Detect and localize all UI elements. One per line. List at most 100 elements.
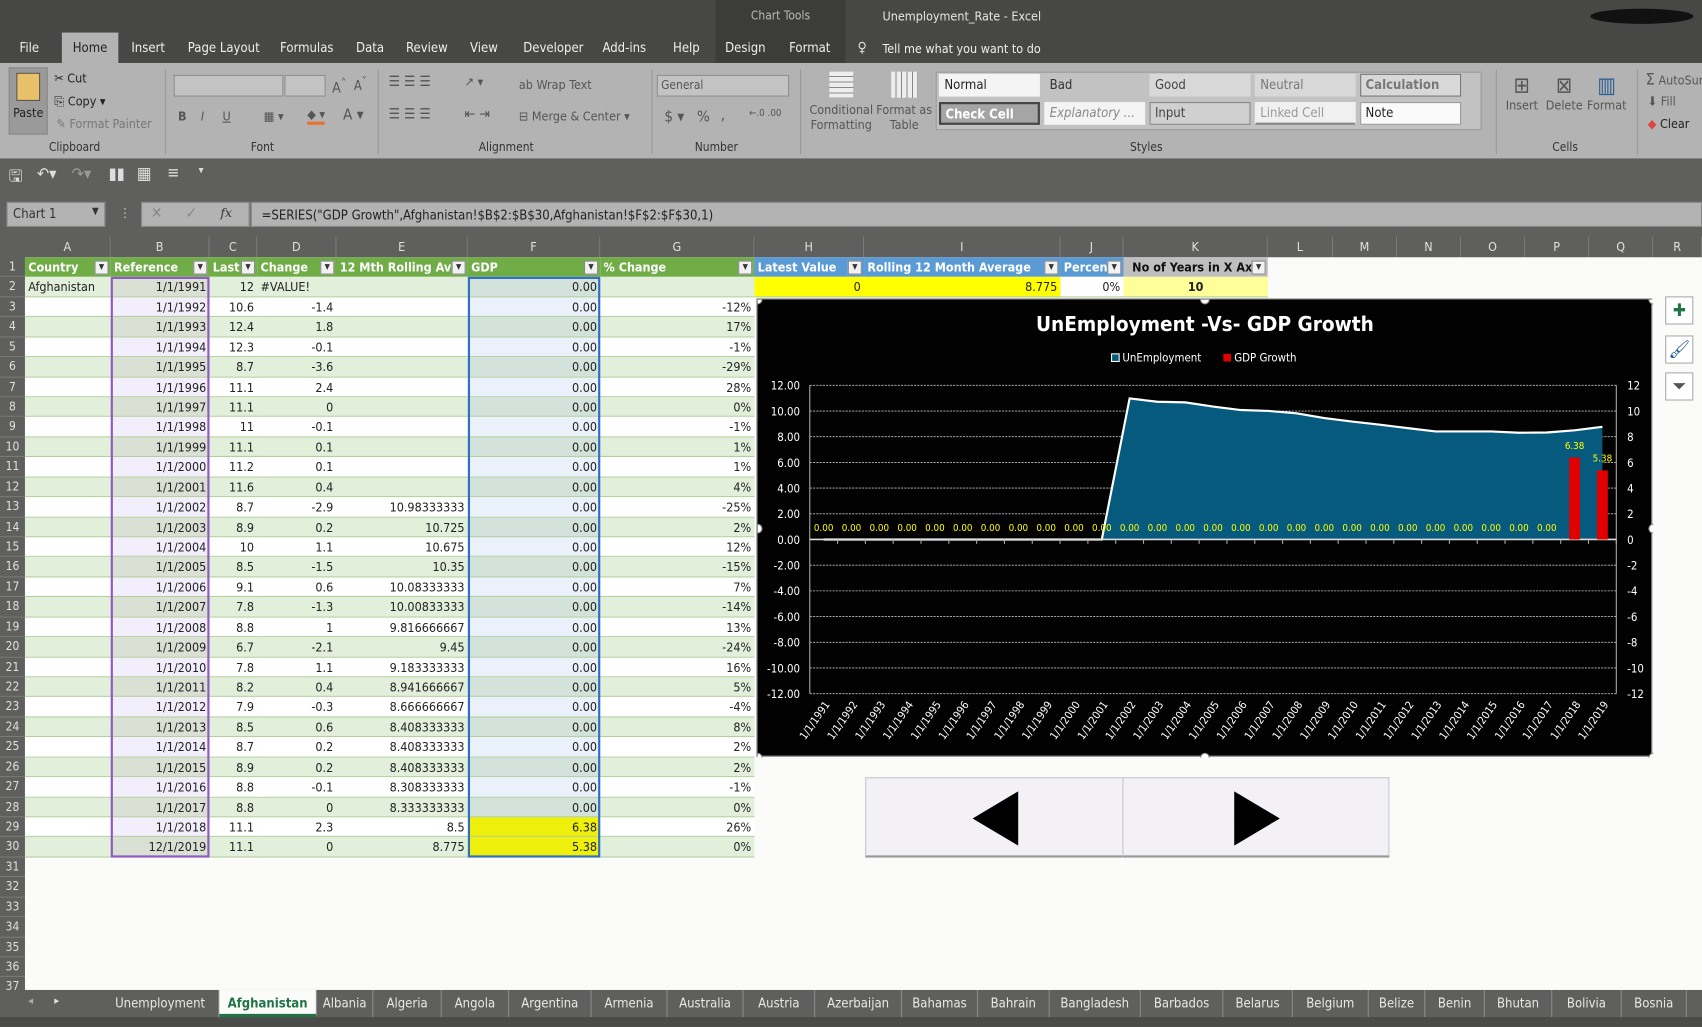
sheet-tab-azerbaijan[interactable]: Azerbaijan bbox=[815, 989, 903, 1018]
previous-button[interactable] bbox=[865, 777, 1124, 858]
cell-pct-change[interactable]: 26% bbox=[600, 817, 755, 838]
sheet-tab-barbados[interactable]: Barbados bbox=[1141, 989, 1224, 1018]
cell-country[interactable] bbox=[24, 677, 111, 698]
font-color-icon[interactable]: A ▾ bbox=[343, 106, 364, 123]
cell-change[interactable]: 0 bbox=[257, 837, 337, 858]
cell-rolling-avg[interactable] bbox=[336, 357, 468, 378]
cell-rolling-avg[interactable]: 8.333333333 bbox=[336, 797, 468, 818]
cell-change[interactable]: 0.6 bbox=[257, 717, 337, 738]
cell-rolling-avg[interactable]: 10.08333333 bbox=[336, 577, 468, 598]
cell-rolling-avg[interactable]: 9.45 bbox=[336, 637, 468, 658]
cell-change[interactable]: -1.4 bbox=[257, 297, 337, 318]
row-header[interactable]: 36 bbox=[0, 957, 25, 978]
align-left-center-right-icons[interactable]: ☰ ☰ ☰ bbox=[389, 106, 431, 122]
delete-cells-button[interactable]: ⊠ Delete bbox=[1546, 72, 1583, 113]
row-header[interactable]: 1 bbox=[0, 257, 25, 278]
scroll-right-icon[interactable]: ▸ bbox=[54, 995, 59, 1007]
sheet-tab-bahamas[interactable]: Bahamas bbox=[902, 989, 979, 1018]
row-header[interactable]: 27 bbox=[0, 777, 25, 798]
cell-pct-change[interactable]: -1% bbox=[600, 337, 755, 358]
cell-pct-change[interactable]: 1% bbox=[600, 457, 755, 478]
cell-country[interactable] bbox=[24, 537, 111, 558]
cell-rolling-avg[interactable] bbox=[336, 397, 468, 418]
column-header-M[interactable]: M bbox=[1332, 236, 1398, 258]
cell-last[interactable]: 8.8 bbox=[209, 617, 258, 638]
cell-last[interactable]: 8.7 bbox=[209, 737, 258, 758]
cell-last[interactable]: 6.7 bbox=[209, 637, 258, 658]
font-size-select[interactable] bbox=[284, 74, 326, 97]
cell-change[interactable]: -3.6 bbox=[257, 357, 337, 378]
cell-last[interactable]: 7.8 bbox=[209, 657, 258, 678]
row-header[interactable]: 20 bbox=[0, 637, 25, 658]
style-check-cell[interactable]: Check Cell bbox=[938, 102, 1040, 125]
row-header[interactable]: 9 bbox=[0, 417, 25, 438]
ribbon-tab-formulas[interactable]: Formulas bbox=[271, 33, 342, 63]
cell-pct-change[interactable]: 4% bbox=[600, 477, 755, 498]
cell-country[interactable] bbox=[24, 457, 111, 478]
cell-pct-change[interactable]: -4% bbox=[600, 697, 755, 718]
column-header-G[interactable]: G bbox=[600, 236, 755, 258]
row-header[interactable]: 10 bbox=[0, 437, 25, 458]
row-header[interactable]: 26 bbox=[0, 757, 25, 778]
cell-last[interactable]: 8.5 bbox=[209, 717, 258, 738]
cell-rolling-avg[interactable]: 8.941666667 bbox=[336, 677, 468, 698]
format-painter-button[interactable]: ✎ Format Painter bbox=[56, 116, 151, 131]
style-linked-cell[interactable]: Linked Cell bbox=[1254, 102, 1356, 125]
cell-last[interactable]: 11.1 bbox=[209, 837, 258, 858]
sheet-tab-armenia[interactable]: Armenia bbox=[592, 989, 668, 1018]
ribbon-tab-insert[interactable]: Insert bbox=[123, 33, 174, 63]
cell-pct-change[interactable]: 17% bbox=[600, 317, 755, 338]
cut-button[interactable]: ✂ Cut bbox=[54, 71, 86, 86]
cell-country[interactable] bbox=[24, 697, 111, 718]
cell-country[interactable] bbox=[24, 597, 111, 618]
cell-last[interactable]: 8.5 bbox=[209, 557, 258, 578]
wrap-text-button[interactable]: ab Wrap Text bbox=[519, 77, 592, 92]
row-header[interactable]: 8 bbox=[0, 397, 25, 418]
cell-country[interactable] bbox=[24, 377, 111, 398]
row-header[interactable]: 4 bbox=[0, 317, 25, 338]
style-note[interactable]: Note bbox=[1360, 102, 1462, 125]
column-header-R[interactable]: R bbox=[1653, 236, 1702, 258]
cell-last[interactable]: 11.6 bbox=[209, 477, 258, 498]
cell-pct-change[interactable]: 2% bbox=[600, 757, 755, 778]
cell-change[interactable]: 0.1 bbox=[257, 457, 337, 478]
sheet-tab-austria[interactable]: Austria bbox=[744, 989, 816, 1018]
grid-icon[interactable]: ▦ bbox=[137, 163, 152, 184]
cell-country[interactable] bbox=[24, 657, 111, 678]
cell-change[interactable]: -1.3 bbox=[257, 597, 337, 618]
sheet-tab-belize[interactable]: Belize bbox=[1369, 989, 1426, 1018]
font-name-select[interactable] bbox=[173, 74, 284, 97]
format-as-table-button[interactable]: Format as Table bbox=[876, 71, 932, 132]
row-header[interactable]: 2 bbox=[0, 277, 25, 298]
ribbon-tab-add-ins[interactable]: Add-ins bbox=[594, 33, 655, 63]
cell-rolling-avg[interactable]: 10.00833333 bbox=[336, 597, 468, 618]
cell-last[interactable]: 7.8 bbox=[209, 597, 258, 618]
bold-button[interactable]: B bbox=[178, 109, 187, 124]
cell-last[interactable]: 11.1 bbox=[209, 397, 258, 418]
row-header[interactable]: 30 bbox=[0, 837, 25, 858]
summary-value-2[interactable]: 0% bbox=[1060, 277, 1124, 298]
ribbon-tab-review[interactable]: Review bbox=[397, 33, 456, 63]
cell-pct-change[interactable]: -25% bbox=[600, 497, 755, 518]
clear-button[interactable]: ◆ Clear bbox=[1648, 116, 1690, 131]
cell-pct-change[interactable]: 2% bbox=[600, 517, 755, 538]
cancel-icon[interactable]: ✕ bbox=[151, 205, 162, 222]
cell-last[interactable]: 11 bbox=[209, 417, 258, 438]
sheet-tab-belarus[interactable]: Belarus bbox=[1223, 989, 1293, 1018]
redo-icon[interactable]: ↷▾ bbox=[72, 164, 92, 184]
cell-pct-change[interactable]: -1% bbox=[600, 417, 755, 438]
row-header[interactable]: 21 bbox=[0, 657, 25, 678]
cell-change[interactable]: -2.1 bbox=[257, 637, 337, 658]
row-header[interactable]: 32 bbox=[0, 877, 25, 898]
column-header-C[interactable]: C bbox=[209, 236, 258, 258]
cell-country[interactable] bbox=[24, 757, 111, 778]
column-header-D[interactable]: D bbox=[257, 236, 337, 258]
merge-center-button[interactable]: ⊟ Merge & Center ▾ bbox=[519, 109, 630, 124]
format-cells-button[interactable]: ▥ Format bbox=[1587, 72, 1627, 113]
column-header-E[interactable]: E bbox=[336, 236, 468, 258]
increase-font-icon[interactable]: A˄ bbox=[332, 76, 346, 97]
cell-country[interactable] bbox=[24, 717, 111, 738]
cell-rolling-avg[interactable]: 8.775 bbox=[336, 837, 468, 858]
cell-rolling-avg[interactable]: 8.308333333 bbox=[336, 777, 468, 798]
column-header-J[interactable]: J bbox=[1060, 236, 1124, 258]
